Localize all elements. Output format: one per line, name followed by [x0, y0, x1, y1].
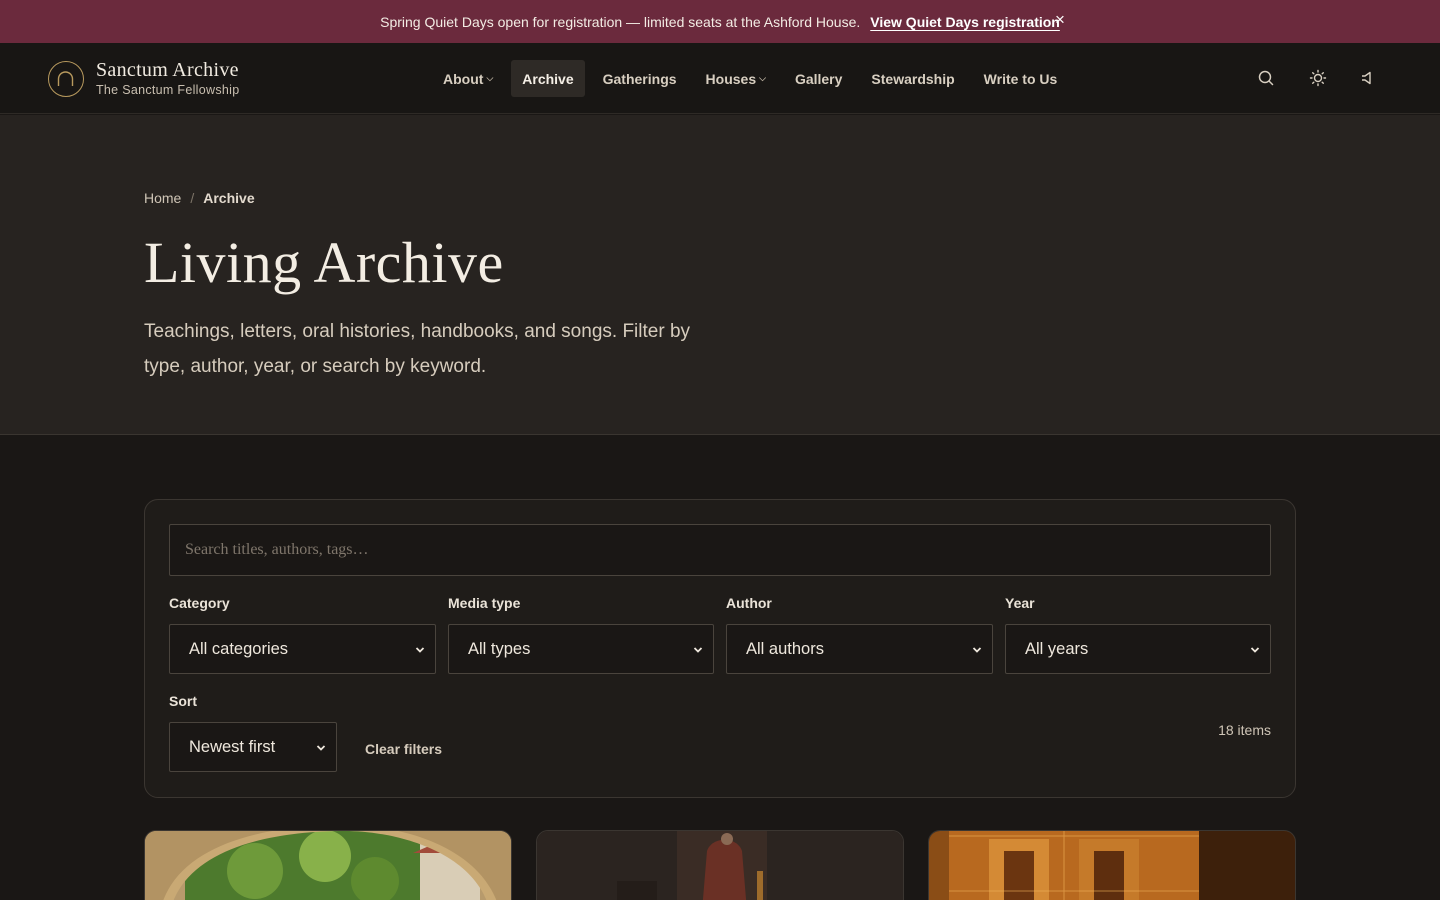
nav-item-label: About: [443, 70, 484, 87]
filter-panel: Category All categories Media type All t…: [144, 499, 1296, 798]
year-select[interactable]: All years: [1005, 624, 1271, 674]
search-input[interactable]: [169, 524, 1271, 576]
breadcrumb-home[interactable]: Home: [144, 190, 181, 206]
site-header: Sanctum Archive The Sanctum Fellowship A…: [0, 43, 1440, 114]
nav-item-archive[interactable]: Archive: [511, 60, 585, 97]
nav-item-label: Gallery: [794, 70, 843, 87]
brand-subtitle: The Sanctum Fellowship: [96, 83, 240, 97]
chevron-down-icon: ⌵: [486, 73, 494, 83]
card-image: [537, 831, 903, 900]
search-icon[interactable]: [1256, 68, 1276, 88]
author-label: Author: [726, 595, 772, 611]
category-label: Category: [169, 595, 230, 611]
nav-item-label: Stewardship: [871, 70, 955, 87]
sort-select[interactable]: Newest first: [169, 722, 337, 772]
author-select[interactable]: All authors: [726, 624, 993, 674]
speaker-icon[interactable]: [1358, 68, 1378, 88]
archive-card[interactable]: [928, 830, 1296, 900]
nav-item-label: Write to Us: [983, 70, 1058, 87]
media-type-select[interactable]: All types: [448, 624, 714, 674]
chevron-down-icon: [1250, 647, 1260, 653]
nav-item-gatherings[interactable]: Gatherings: [592, 60, 688, 97]
registration-link[interactable]: View Quiet Days registration: [870, 14, 1060, 30]
card-image: [145, 831, 511, 900]
year-label: Year: [1005, 595, 1035, 611]
nav-item-about[interactable]: About ⌵: [432, 60, 504, 97]
nav-item-stewardship[interactable]: Stewardship: [860, 60, 965, 97]
results-count: 18 items: [1218, 722, 1271, 738]
category-select[interactable]: All categories: [169, 624, 436, 674]
clear-filters-button[interactable]: Clear filters: [365, 741, 442, 757]
nav-item-write-to-us[interactable]: Write to Us: [973, 60, 1069, 97]
archive-card[interactable]: [536, 830, 904, 900]
media-type-label: Media type: [448, 595, 521, 611]
nav-item-label: Archive: [522, 70, 574, 87]
nav-item-label: Gatherings: [602, 70, 677, 87]
sort-value: Newest first: [189, 737, 276, 756]
nav-item-label: Houses: [705, 70, 757, 87]
sort-label: Sort: [169, 693, 197, 709]
breadcrumb: Home / Archive: [144, 190, 255, 206]
announcement-message: Spring Quiet Days open for registration …: [380, 13, 861, 30]
breadcrumb-separator: /: [190, 190, 195, 206]
category-value: All categories: [189, 639, 289, 658]
brand-title[interactable]: Sanctum Archive: [96, 59, 239, 82]
page-title: Living Archive: [144, 230, 504, 295]
nav-item-houses[interactable]: Houses ⌵: [695, 60, 777, 97]
sun-icon[interactable]: [1308, 68, 1328, 88]
logo-icon[interactable]: [48, 61, 84, 97]
chevron-down-icon: [972, 647, 982, 653]
hero-section: Home / Archive Living Archive Teachings,…: [0, 115, 1440, 435]
nav-item-gallery[interactable]: Gallery: [784, 60, 853, 97]
chevron-down-icon: [415, 647, 425, 653]
author-value: All authors: [746, 639, 824, 658]
media-type-value: All types: [468, 639, 531, 658]
breadcrumb-current: Archive: [203, 190, 255, 206]
year-value: All years: [1025, 639, 1089, 658]
card-image: [929, 831, 1295, 900]
archive-card[interactable]: [144, 830, 512, 900]
chevron-down-icon: ⌵: [759, 73, 766, 83]
close-icon[interactable]: ×: [1052, 10, 1068, 30]
chevron-down-icon: [316, 745, 326, 751]
announcement-bar: Spring Quiet Days open for registration …: [0, 0, 1440, 43]
main-nav: About ⌵ Archive Gatherings Houses ⌵ Gall…: [432, 60, 1075, 97]
chevron-down-icon: [693, 647, 703, 653]
page-description: Teachings, letters, oral histories, hand…: [144, 321, 691, 377]
